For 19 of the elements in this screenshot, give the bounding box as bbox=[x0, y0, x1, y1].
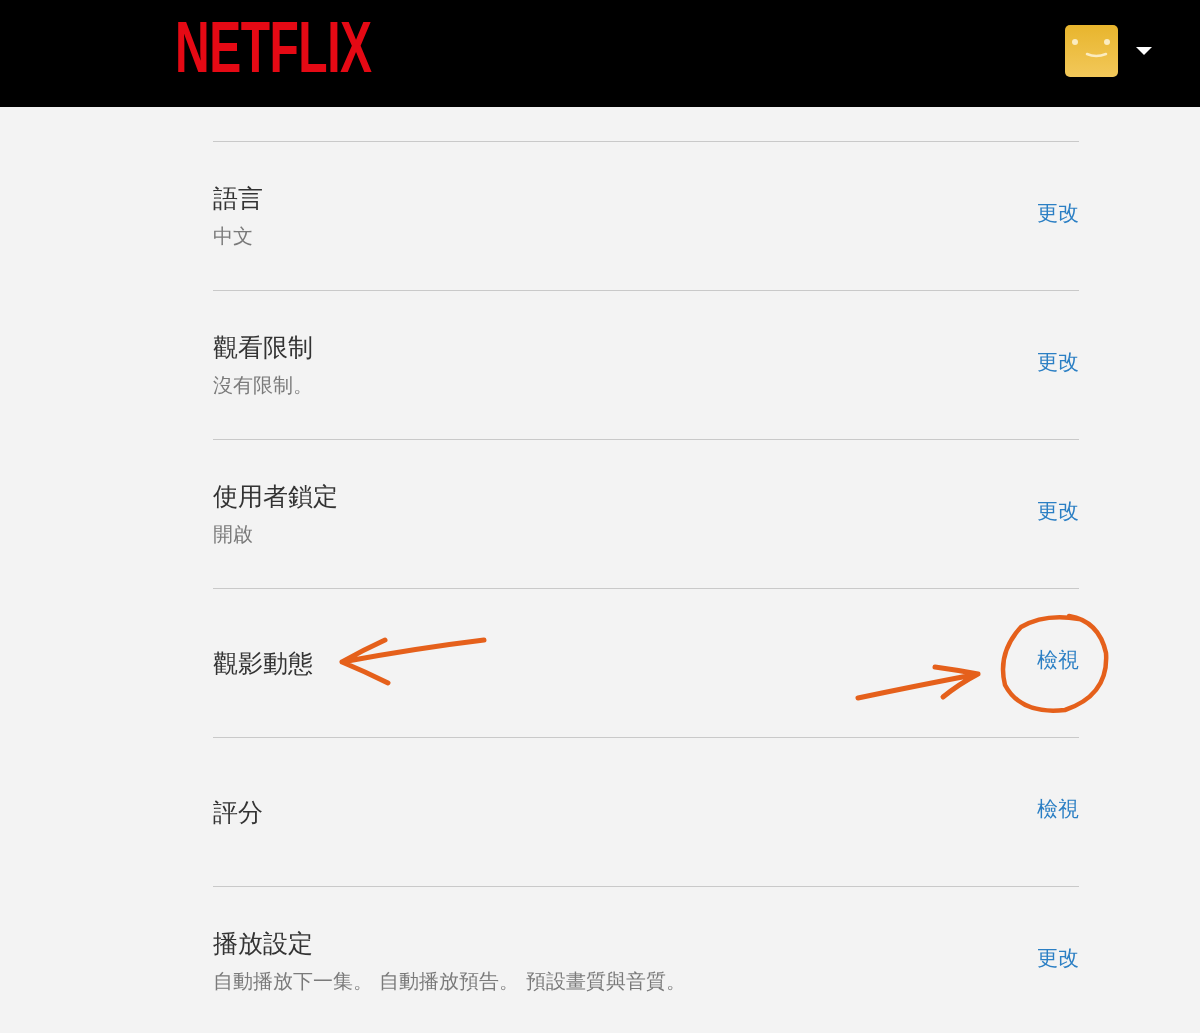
view-link[interactable]: 檢視 bbox=[1037, 647, 1079, 673]
change-link[interactable]: 更改 bbox=[1037, 498, 1079, 524]
view-link[interactable]: 檢視 bbox=[1037, 796, 1079, 822]
caret-icon[interactable] bbox=[1136, 46, 1152, 55]
change-link[interactable]: 更改 bbox=[1037, 945, 1079, 971]
setting-title: 語言 bbox=[213, 183, 263, 213]
setting-value: 中文 bbox=[213, 222, 254, 249]
setting-value: 開啟 bbox=[213, 520, 254, 547]
smiley-avatar-icon[interactable] bbox=[1065, 24, 1118, 77]
setting-title: 觀看限制 bbox=[213, 332, 313, 362]
change-link[interactable]: 更改 bbox=[1037, 200, 1079, 226]
setting-title: 使用者鎖定 bbox=[213, 481, 338, 511]
setting-value: 沒有限制。 bbox=[213, 371, 313, 398]
setting-title: 播放設定 bbox=[213, 928, 314, 958]
setting-value: 自動播放下一集。 自動播放預告。 預設畫質與音質。 bbox=[213, 967, 686, 994]
change-link[interactable]: 更改 bbox=[1037, 349, 1079, 375]
setting-title: 觀影動態 bbox=[213, 648, 313, 678]
setting-title: 評分 bbox=[213, 797, 263, 827]
netflix-logo[interactable]: NETFLIX bbox=[175, 11, 372, 84]
